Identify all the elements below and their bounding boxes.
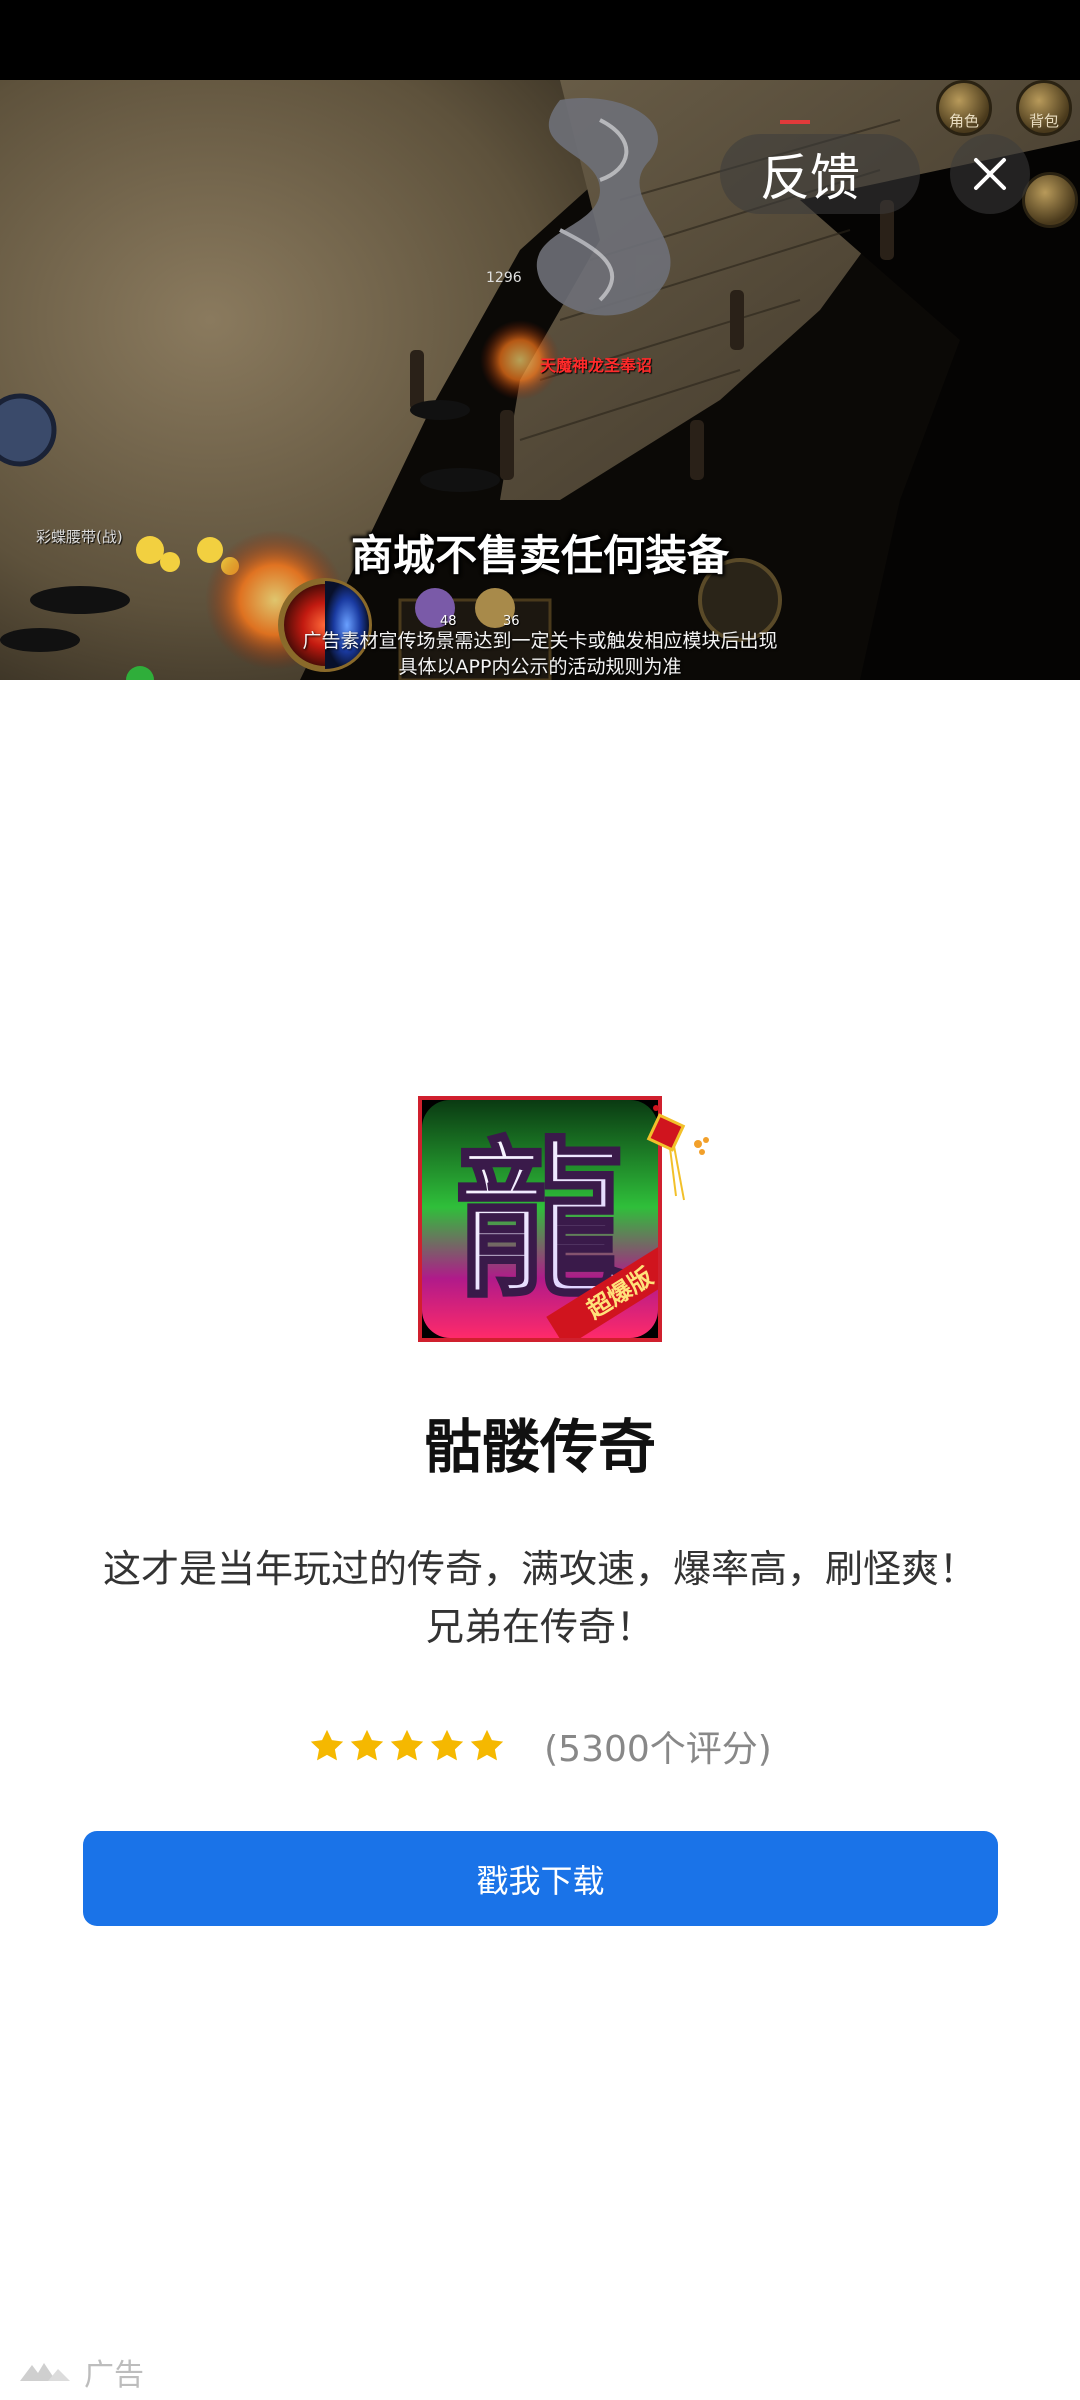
ad-label: 广告 <box>18 2350 144 2394</box>
app-description: 这才是当年玩过的传奇，满攻速，爆率高，刷怪爽！兄弟在传奇！ <box>102 1547 977 1649</box>
rating-row: (5300个评分) <box>0 1720 1080 1772</box>
disclaimer-line: 具体以APP内公示的活动规则为准 <box>398 656 682 678</box>
status-bar <box>0 0 1080 80</box>
star-icon <box>390 1729 424 1761</box>
ad-logo-icon <box>20 2363 70 2381</box>
star-icon <box>350 1729 384 1761</box>
inventory-count: 36 <box>503 614 520 629</box>
close-button[interactable] <box>950 134 1030 214</box>
rating-count: (5300个评分) <box>544 1729 772 1770</box>
video-caption: 商城不售卖任何装备 <box>350 531 729 580</box>
boss-name-text: 天魔神龙圣奉诏 <box>540 356 653 375</box>
disclaimer-line: 广告素材宣传场景需达到一定关卡或触发相应模块后出现 <box>302 630 778 652</box>
star-rating <box>308 1727 506 1765</box>
app-icon[interactable]: 龍 超爆版 <box>418 1096 662 1342</box>
boss-hp-text: 1296 <box>486 270 522 286</box>
hud-skill-button <box>1022 172 1078 228</box>
firecracker-decoration-icon <box>646 1105 709 1201</box>
close-icon <box>974 158 1006 190</box>
star-icon <box>470 1729 504 1761</box>
video-disclaimer: 广告素材宣传场景需达到一定关卡或触发相应模块后出现 具体以APP内公示的活动规则… <box>0 628 1080 680</box>
star-icon <box>430 1729 464 1761</box>
hud-bag-button: 背包 <box>1016 80 1072 136</box>
star-icon <box>310 1729 344 1761</box>
dragon-logo-icon: 龍 超爆版 <box>422 1100 658 1338</box>
feedback-button[interactable]: 反馈 <box>720 134 920 214</box>
app-title: 骷髅传奇 <box>423 1413 656 1481</box>
ad-label-text: 广告 <box>84 2358 144 2393</box>
inventory-count: 48 <box>440 614 457 629</box>
hud-character-button: 角色 <box>936 80 992 136</box>
download-button[interactable]: 戳我下载 <box>83 1831 998 1926</box>
